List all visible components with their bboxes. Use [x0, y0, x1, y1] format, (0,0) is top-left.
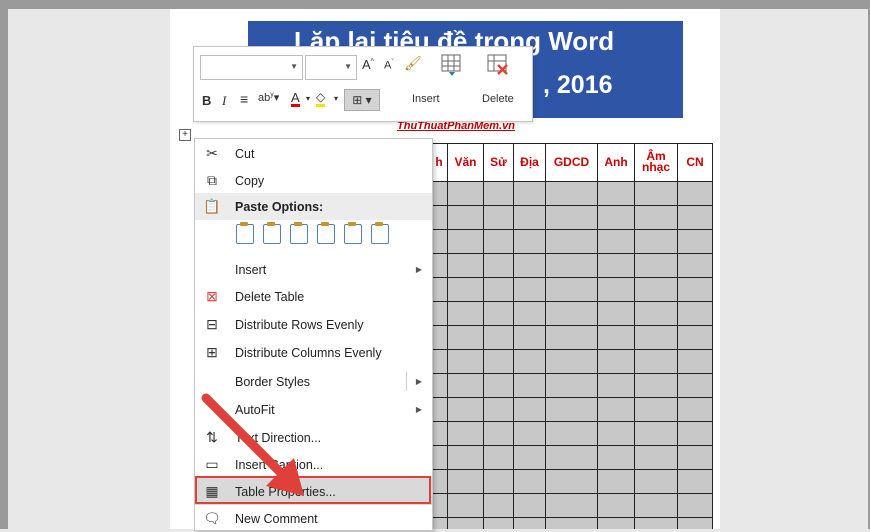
annotation-arrow-icon	[201, 393, 304, 496]
